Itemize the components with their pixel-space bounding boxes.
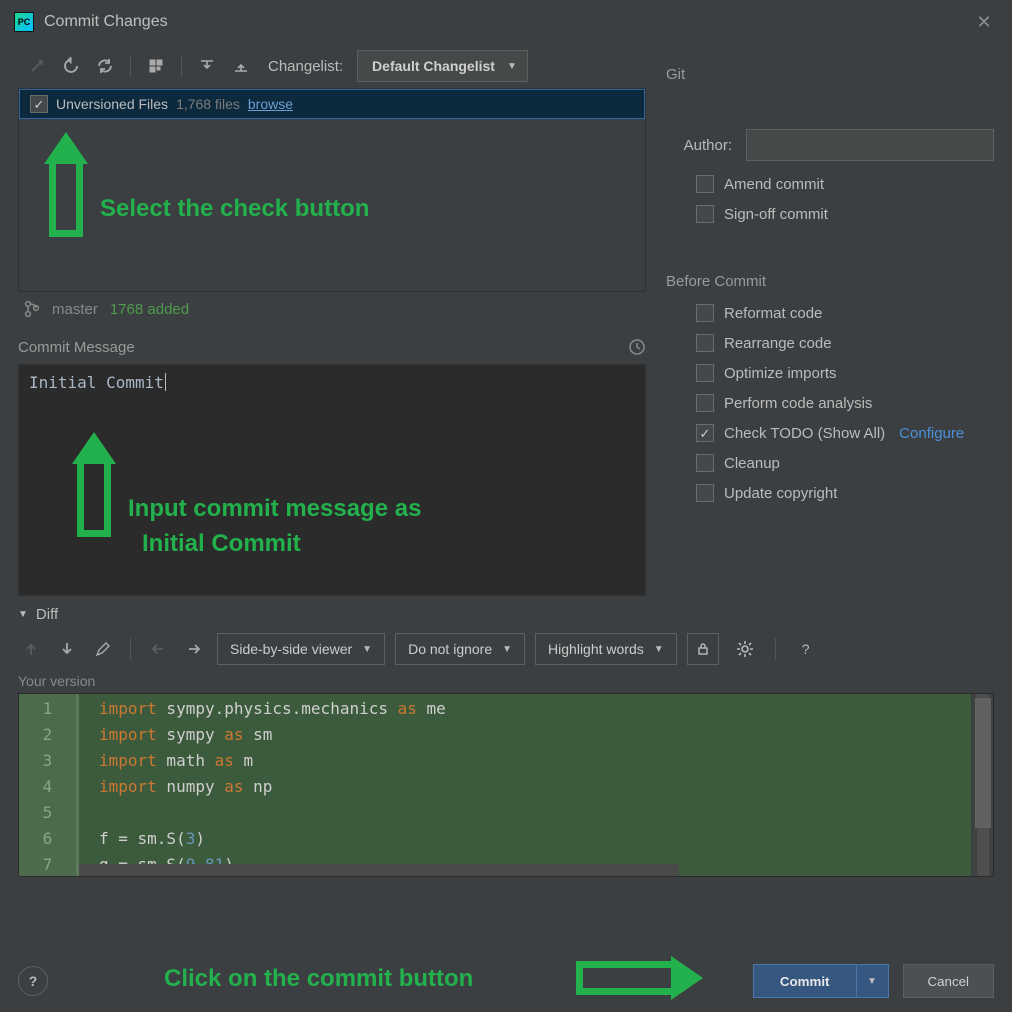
commit-dropdown[interactable]: ▼ bbox=[857, 964, 889, 998]
todo-option[interactable]: Check TODO (Show All)Configure bbox=[696, 424, 994, 442]
configure-link[interactable]: Configure bbox=[899, 425, 964, 442]
commit-message-label: Commit Message bbox=[18, 339, 135, 356]
author-label: Author: bbox=[666, 137, 732, 154]
titlebar: PC Commit Changes ✕ bbox=[0, 0, 1012, 44]
unversioned-files-row[interactable]: Unversioned Files 1,768 files browse bbox=[19, 89, 645, 119]
vertical-scrollbar[interactable] bbox=[973, 694, 993, 876]
cancel-button[interactable]: Cancel bbox=[903, 964, 995, 998]
history-icon[interactable] bbox=[628, 338, 646, 356]
changelist-select[interactable]: Default Changelist ▼ bbox=[357, 50, 528, 82]
prev-diff-icon[interactable] bbox=[18, 636, 44, 662]
lock-icon[interactable] bbox=[687, 633, 719, 665]
amend-option[interactable]: Amend commit bbox=[696, 175, 994, 193]
expand-icon[interactable] bbox=[194, 53, 220, 79]
git-section-label: Git bbox=[666, 66, 685, 83]
changelist-select-value: Default Changelist bbox=[372, 58, 495, 74]
optimize-option[interactable]: Optimize imports bbox=[696, 364, 994, 382]
signoff-option[interactable]: Sign-off commit bbox=[696, 205, 994, 223]
arrow-right-icon[interactable] bbox=[181, 636, 207, 662]
help-icon[interactable]: ? bbox=[790, 633, 822, 665]
next-diff-icon[interactable] bbox=[54, 636, 80, 662]
view-mode-select[interactable]: Side-by-side viewer▼ bbox=[217, 633, 385, 665]
commit-button[interactable]: Commit bbox=[753, 964, 857, 998]
branch-name: master bbox=[52, 301, 98, 318]
commit-message-value: Initial Commit bbox=[29, 373, 164, 392]
arrow-left-icon[interactable] bbox=[145, 636, 171, 662]
analysis-option[interactable]: Perform code analysis bbox=[696, 394, 994, 412]
added-count: 1768 added bbox=[110, 301, 189, 318]
help-button[interactable]: ? bbox=[18, 966, 48, 996]
checkbox[interactable] bbox=[696, 205, 714, 223]
highlight-select[interactable]: Highlight words▼ bbox=[535, 633, 677, 665]
rearrange-option[interactable]: Rearrange code bbox=[696, 334, 994, 352]
author-input[interactable] bbox=[746, 129, 994, 161]
file-count: 1,768 files bbox=[176, 96, 240, 112]
collapse-icon[interactable] bbox=[228, 53, 254, 79]
whitespace-select[interactable]: Do not ignore▼ bbox=[395, 633, 525, 665]
close-icon[interactable]: ✕ bbox=[970, 12, 998, 33]
edit-icon[interactable] bbox=[90, 636, 116, 662]
horizontal-scrollbar[interactable] bbox=[79, 864, 679, 876]
undo-icon[interactable] bbox=[58, 53, 84, 79]
diff-label: Diff bbox=[36, 606, 58, 623]
cleanup-option[interactable]: Cleanup bbox=[696, 454, 994, 472]
gutter: 1234567 bbox=[19, 694, 79, 876]
file-list[interactable]: Unversioned Files 1,768 files browse bbox=[18, 88, 646, 292]
code-lines[interactable]: import sympy.physics.mechanics as me imp… bbox=[79, 694, 971, 876]
checkbox[interactable] bbox=[696, 175, 714, 193]
select-checkbox[interactable] bbox=[30, 95, 48, 113]
changelist-label: Changelist: bbox=[268, 58, 343, 75]
unversioned-label: Unversioned Files bbox=[56, 96, 168, 112]
commit-message-input[interactable]: Initial Commit bbox=[18, 364, 646, 596]
diff-collapse-icon[interactable]: ▼ bbox=[18, 609, 28, 620]
branch-icon bbox=[24, 300, 40, 318]
toolbar: Changelist: Default Changelist ▼ bbox=[18, 44, 646, 88]
pycharm-icon: PC bbox=[14, 12, 34, 32]
reformat-option[interactable]: Reformat code bbox=[696, 304, 994, 322]
group-icon[interactable] bbox=[143, 53, 169, 79]
your-version-label: Your version bbox=[18, 673, 994, 689]
refresh-icon[interactable] bbox=[92, 53, 118, 79]
chevron-down-icon: ▼ bbox=[507, 61, 517, 72]
move-icon[interactable] bbox=[24, 53, 50, 79]
window-title: Commit Changes bbox=[44, 13, 168, 31]
code-view: ✓ 1234567 import sympy.physics.mechanics… bbox=[18, 693, 994, 877]
gear-icon[interactable] bbox=[729, 633, 761, 665]
before-commit-label: Before Commit bbox=[666, 273, 766, 290]
browse-link[interactable]: browse bbox=[248, 96, 293, 112]
copyright-option[interactable]: Update copyright bbox=[696, 484, 994, 502]
